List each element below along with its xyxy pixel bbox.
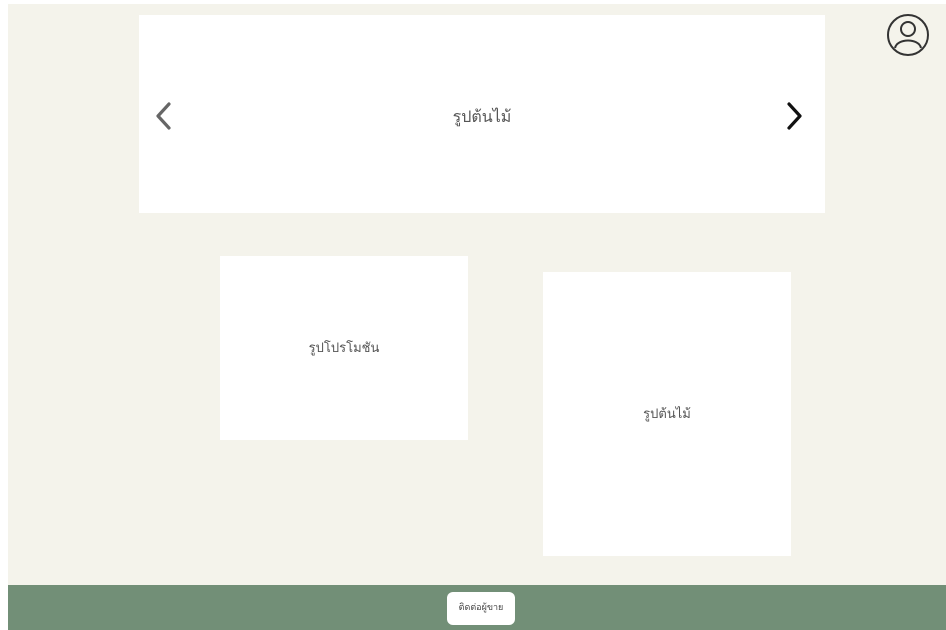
hero-image-label: รูปต้นไม้: [452, 107, 512, 126]
promotion-card-label: รูปโปรโมชัน: [308, 341, 380, 356]
profile-button[interactable]: [886, 13, 930, 57]
page-background: รูปต้นไม้ รูปโปรโมชัน รูปต้นไม้ ติดต่อผู…: [8, 4, 946, 630]
plant-card[interactable]: รูปต้นไม้: [543, 272, 791, 556]
hero-banner: รูปต้นไม้: [139, 15, 825, 213]
footer-bar: ติดต่อผู้ขาย: [8, 585, 946, 630]
contact-seller-button[interactable]: ติดต่อผู้ขาย: [447, 592, 515, 625]
carousel-next-button[interactable]: [779, 99, 809, 133]
user-circle-icon: [887, 14, 929, 56]
chevron-right-icon: [787, 102, 802, 130]
plant-card-label: รูปต้นไม้: [643, 407, 691, 422]
promotion-card[interactable]: รูปโปรโมชัน: [220, 256, 468, 440]
